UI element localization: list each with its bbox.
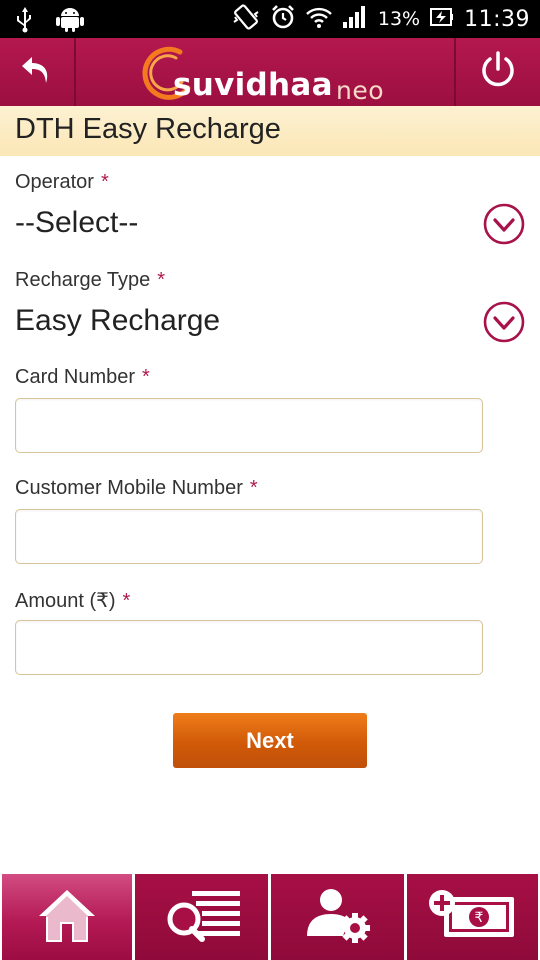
- card-number-input[interactable]: [15, 398, 483, 453]
- required-mark: *: [122, 590, 131, 612]
- nav-add-money[interactable]: ₹: [407, 874, 538, 960]
- clock: 11:39: [464, 6, 530, 32]
- next-button[interactable]: Next: [173, 713, 367, 768]
- chevron-down-icon[interactable]: [483, 301, 525, 343]
- operator-label: Operator *: [15, 171, 109, 193]
- svg-text:₹: ₹: [474, 910, 483, 926]
- required-mark: *: [157, 269, 166, 291]
- signal-icon: [342, 5, 368, 34]
- app-header: suvidhaa neo: [0, 38, 540, 106]
- required-mark: *: [142, 366, 150, 388]
- user-settings-icon: [303, 886, 373, 949]
- android-icon: [56, 6, 84, 37]
- battery-percent: 13%: [377, 8, 421, 30]
- battery-icon: [430, 7, 454, 32]
- home-icon: [37, 886, 97, 949]
- amount-input[interactable]: [15, 620, 483, 675]
- required-mark: *: [249, 477, 258, 499]
- title-strip: DTH Easy Recharge: [0, 106, 540, 156]
- wifi-icon: [306, 5, 332, 34]
- customer-mobile-input[interactable]: [15, 509, 483, 564]
- vibrate-icon: [232, 3, 260, 35]
- power-icon: [478, 50, 518, 95]
- bottom-nav: ₹: [0, 872, 540, 960]
- nav-user-settings[interactable]: [271, 874, 404, 960]
- logo-text: suvidhaa: [173, 67, 333, 103]
- back-button[interactable]: [0, 38, 76, 106]
- search-list-icon: [162, 887, 242, 948]
- add-money-icon: ₹: [428, 889, 518, 946]
- page-title: DTH Easy Recharge: [15, 113, 281, 145]
- nav-home[interactable]: [2, 874, 132, 960]
- status-bar: 13% 11:39: [0, 0, 540, 38]
- required-mark: *: [100, 171, 109, 193]
- power-button[interactable]: [454, 38, 540, 106]
- nav-search-transactions[interactable]: [135, 874, 268, 960]
- card-number-label: Card Number *: [15, 366, 150, 388]
- suvidhaa-logo: suvidhaa neo: [136, 42, 416, 105]
- operator-select[interactable]: --Select--: [15, 206, 138, 240]
- back-arrow-icon: [20, 53, 54, 92]
- usb-icon: [14, 5, 36, 38]
- customer-mobile-label: Customer Mobile Number *: [15, 477, 258, 499]
- recharge-type-label: Recharge Type *: [15, 269, 166, 291]
- alarm-icon: [270, 4, 296, 35]
- chevron-down-icon[interactable]: [483, 203, 525, 245]
- recharge-type-select[interactable]: Easy Recharge: [15, 304, 220, 338]
- amount-label: Amount (₹) *: [15, 590, 131, 612]
- logo-neo-text: neo: [336, 76, 385, 105]
